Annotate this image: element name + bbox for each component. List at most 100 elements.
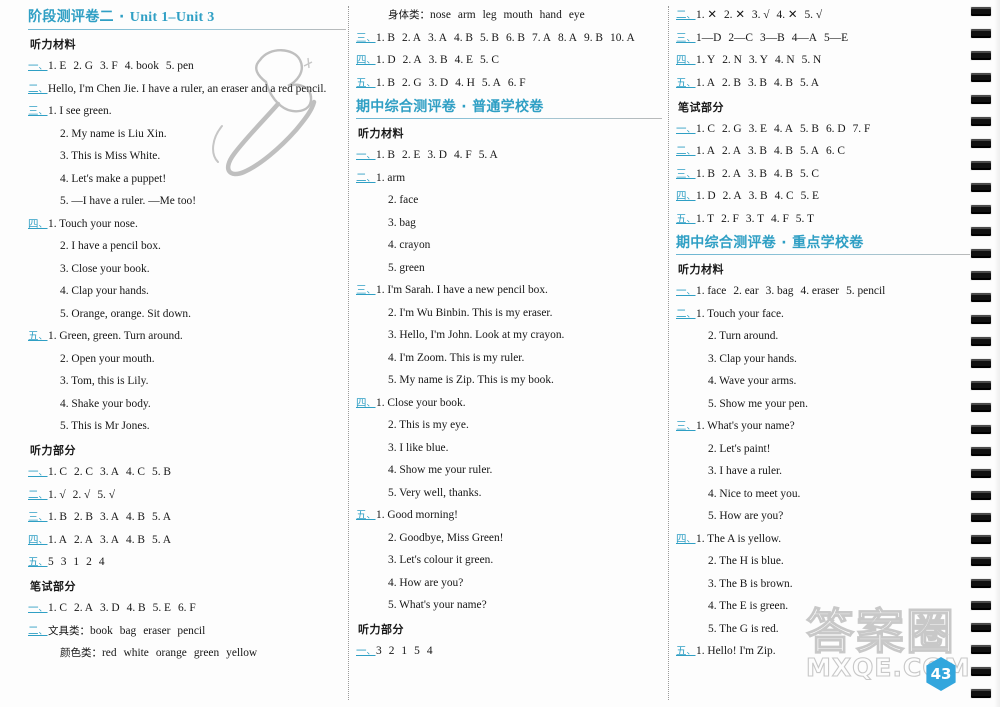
answer-text: 2. Open your mouth. [60, 352, 155, 365]
answer-text: 5. How are you? [708, 510, 784, 522]
answer-text: 1. Good morning! [376, 509, 458, 521]
answer-line-continuation: 2. I have a pencil box. [28, 239, 340, 253]
section-heading-subtitle: 重点学校卷 [792, 235, 864, 251]
answer-line: 三、 1—D 2—C 3—B 4—A 5—E [676, 31, 966, 45]
item-marker: 一、 [356, 645, 376, 657]
item-marker: 四、 [356, 396, 376, 409]
item-marker: 三、 [676, 420, 696, 432]
answer-text: 1. A 2. B 3. B 4. B 5. A [696, 76, 819, 89]
answer-text: 3. Close your book. [60, 262, 150, 275]
answer-line: 四、 1. D 2. A 3. B 4. C 5. E [676, 189, 966, 203]
item-marker: 四、 [28, 533, 48, 546]
binding-ring [970, 490, 992, 501]
binding-ring [970, 600, 992, 611]
sub-heading: 笔试部分 [678, 100, 724, 114]
answer-text: 1. I'm Sarah. I have a new pencil box. [376, 284, 548, 296]
answer-line: 三、 1. What's your name? [676, 419, 966, 433]
answer-text: 1. B 2. B 3. A 4. B 5. A [48, 511, 171, 523]
item-marker: 五、 [676, 645, 696, 657]
answer-line-continuation: 3. Tom, this is Lily. [28, 374, 340, 388]
answer-text: 4. Clap your hands. [60, 285, 149, 297]
answer-line: 二、 文具类：book bag eraser pencil [28, 624, 340, 638]
answer-text: 4. crayon [388, 239, 431, 251]
item-marker: 五、 [356, 76, 376, 89]
answer-text: 4. Show me your ruler. [388, 464, 493, 476]
answer-text: 4. Shake your body. [60, 397, 151, 410]
answer-line-continuation: 3. Close your book. [28, 262, 340, 276]
answer-text: 2. The H is blue. [708, 555, 784, 567]
answer-text: 5. My name is Zip. This is my book. [388, 374, 554, 386]
answer-line-continuation: 5. Very well, thanks. [356, 486, 656, 500]
binding-ring [970, 380, 992, 391]
answer-text: 2. This is my eye. [388, 419, 469, 431]
answer-text: 2. I'm Wu Binbin. This is my eraser. [388, 306, 553, 319]
sub-heading: 听力部分 [358, 623, 404, 636]
answer-text: 3. Tom, this is Lily. [60, 375, 149, 387]
section-heading-separator: · [456, 99, 473, 115]
column-3: 二、 1. ✕ 2. ✕ 3. √ 4. ✕ 5. √ 三、 1—D 2—C 3—B 4—A 5—E 四… [676, 0, 972, 707]
answer-text: 1. √ 2. √ 5. √ [48, 488, 115, 501]
section-heading-title: 期中综合测评卷 [356, 99, 457, 115]
answer-line: 三、 1. B 2. A 3. B 4. B 5. C [676, 167, 966, 181]
item-marker: 一、 [28, 466, 48, 478]
column-2: 身体类：nose arm leg mouth hand eye 三、 1. B 2. A 3. A… [356, 0, 662, 707]
answer-text: 1. I see green. [48, 105, 112, 117]
binding-ring [970, 182, 992, 193]
binding-ring [970, 72, 992, 83]
answer-line: 五、 1. Good morning! [356, 508, 656, 522]
answer-text: 1. C 2. A 3. D 4. B 5. E 6. F [48, 602, 196, 614]
answer-line-continuation: 2. Goodbye, Miss Green! [356, 531, 656, 545]
answer-line: 二、 1. ✕ 2. ✕ 3. √ 4. ✕ 5. √ [676, 8, 966, 22]
answer-text: 1—D 2—C 3—B 4—A 5—E [696, 31, 849, 44]
answer-line: 二、 1. arm [356, 171, 656, 185]
answer-text: 1. B 2. G 3. D 4. H 5. A 6. F [376, 76, 526, 89]
answer-text: 1. Touch your nose. [48, 217, 138, 230]
answer-text: 1. B 2. E 3. D 4. F 5. A [376, 149, 498, 161]
item-marker: 一、 [28, 60, 48, 72]
answer-line: 一、 1. face 2. ear 3. bag 4. eraser 5. pencil [676, 284, 966, 298]
binding-ring [970, 336, 992, 347]
answer-line-continuation: 身体类：nose arm leg mouth hand eye [356, 8, 656, 22]
binding-ring [970, 226, 992, 237]
answer-line-continuation: 5. The G is red. [676, 622, 966, 636]
answer-line: 五、 1. Hello! I'm Zip. [676, 644, 966, 658]
answer-text: 1. arm [376, 171, 406, 184]
answer-text: 5. Show me your pen. [708, 397, 808, 410]
answer-line-continuation: 4. Let's make a puppet! [28, 172, 340, 186]
answer-text: 4. Let's make a puppet! [60, 172, 167, 185]
binding-ring [970, 204, 992, 215]
answer-text: 5. green [388, 261, 425, 274]
answer-line-continuation: 2. face [356, 193, 656, 207]
answer-line: 四、 1. A 2. A 3. A 4. B 5. A [28, 533, 340, 547]
answer-text: 2. Let's paint! [708, 442, 771, 455]
item-marker: 二、 [676, 307, 696, 320]
answer-line-continuation: 2. This is my eye. [356, 418, 656, 432]
item-marker: 一、 [356, 149, 376, 161]
answer-line-continuation: 5. Orange, orange. Sit down. [28, 307, 340, 321]
item-marker: 四、 [676, 190, 696, 202]
sub-heading: 听力材料 [678, 263, 724, 276]
item-marker: 四、 [356, 54, 376, 66]
item-marker: 二、 [28, 624, 48, 637]
answer-line: 二、 Hello, I'm Chen Jie. I have a ruler, a… [28, 82, 340, 96]
answer-line-continuation: 3. Clap your hands. [676, 352, 966, 366]
answer-line-continuation: 2. Open your mouth. [28, 352, 340, 366]
binding-ring [970, 138, 992, 149]
answer-text: 3. This is Miss White. [60, 150, 161, 162]
answer-text: 文具类：book bag eraser pencil [48, 624, 206, 637]
answer-text: 4. The E is green. [708, 600, 789, 612]
answer-line-continuation: 2. My name is Liu Xin. [28, 127, 340, 141]
answer-line-continuation: 4. I'm Zoom. This is my ruler. [356, 351, 656, 365]
item-marker: 一、 [676, 285, 696, 297]
answer-text: 1. B 2. A 3. B 4. B 5. C [696, 167, 819, 180]
item-marker: 四、 [676, 54, 696, 66]
answer-line-continuation: 5. How are you? [676, 509, 966, 523]
column-divider-1 [348, 6, 349, 700]
answer-text: 5. What's your name? [388, 599, 487, 611]
section-heading-title: 阶段测评卷二 [28, 9, 114, 25]
answer-text: 2. My name is Liu Xin. [60, 127, 167, 140]
item-marker: 五、 [28, 330, 48, 342]
answer-line: 一、 1. C 2. G 3. E 4. A 5. B 6. D 7. F [676, 122, 966, 136]
answer-line-continuation: 5. green [356, 261, 656, 275]
binding-ring [970, 644, 992, 655]
